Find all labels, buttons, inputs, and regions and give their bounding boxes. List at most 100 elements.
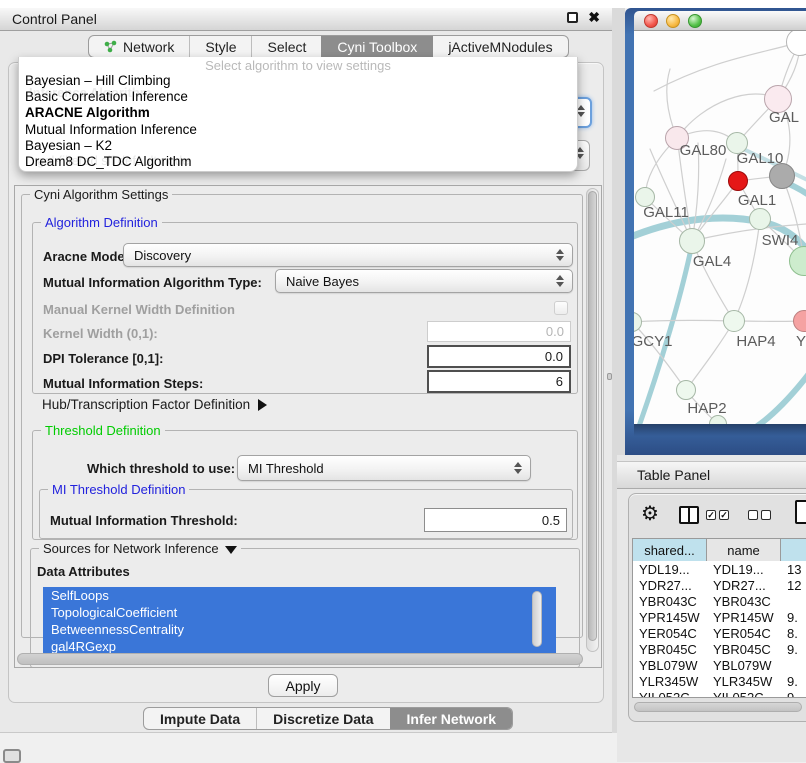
table-row[interactable]: YLR345WYLR345W9. <box>633 673 806 689</box>
export-table-icon[interactable] <box>795 500 806 524</box>
node-hap2[interactable] <box>676 380 696 400</box>
mi-threshold-value: 0.5 <box>542 513 560 528</box>
control-panel-window: Control Panel ✖ Network Style SelectCyni T… <box>0 8 612 733</box>
close-icon[interactable]: ✖ <box>588 12 600 23</box>
table-cell: YDL19... <box>633 561 707 577</box>
tab-cyni-toolbox[interactable]: Cyni Toolbox <box>321 36 432 57</box>
deselect-all-checkboxes-icon[interactable] <box>748 510 771 520</box>
attributes-list-scrollbar[interactable] <box>532 591 542 647</box>
node-swi4[interactable] <box>749 208 771 230</box>
table-row[interactable]: YBR043CYBR043C <box>633 593 806 609</box>
node-label-gal80: GAL80 <box>680 142 727 159</box>
divider-handle[interactable] <box>607 373 612 380</box>
network-window-titlebar[interactable] <box>634 11 806 31</box>
top-strip <box>0 0 806 8</box>
hub-tf-definition-label: Hub/Transcription Factor Definition <box>42 397 250 412</box>
tab-jactivemnodules[interactable]: jActiveMNodules <box>432 36 567 57</box>
zoom-traffic-light-icon[interactable] <box>688 14 702 28</box>
tab-discretize-data[interactable]: Discretize Data <box>256 708 389 729</box>
table-cell: YBR045C <box>707 641 781 657</box>
aracne-mode-combo[interactable]: Discovery <box>123 243 573 267</box>
mi-threshold-label: Mutual Information Threshold: <box>50 513 238 528</box>
node-gal4[interactable] <box>679 228 705 254</box>
sources-group-title: Sources for Network Inference <box>39 541 241 556</box>
algorithm-option-bayesian-k2[interactable]: Bayesian – K2 <box>19 138 577 154</box>
table-row[interactable]: YER054CYER054C8. <box>633 625 806 641</box>
table-cell: YDR27... <box>633 577 707 593</box>
table-row[interactable]: YDR27...YDR27...12 <box>633 577 806 593</box>
tab-label: Network <box>123 39 174 55</box>
screenshot-root: Control Panel ✖ Network Style SelectCyni T… <box>0 0 806 762</box>
table-row[interactable]: YPR145WYPR145W9. <box>633 609 806 625</box>
table-cell: 9. <box>781 641 806 657</box>
control-panel-titlebar: Control Panel ✖ <box>0 8 612 31</box>
tab-style[interactable]: Style <box>189 36 251 57</box>
table-cell: YBL079W <box>707 657 781 673</box>
close-traffic-light-icon[interactable] <box>644 14 658 28</box>
mi-steps-label: Mutual Information Steps: <box>43 376 203 391</box>
minimize-traffic-light-icon[interactable] <box>666 14 680 28</box>
which-threshold-label: Which threshold to use: <box>87 461 235 476</box>
aracne-mode-value: Discovery <box>134 248 191 263</box>
dpi-tolerance-value: 0.0 <box>545 349 563 364</box>
attribute-item-betweennesscentrality[interactable]: BetweennessCentrality <box>43 621 556 638</box>
table-horizontal-scrollbar[interactable] <box>634 702 802 712</box>
node-label-gal1: GAL1 <box>738 192 776 209</box>
column-header-a[interactable]: A <box>781 539 806 561</box>
canvas-bottom-shadow <box>634 424 806 436</box>
attribute-item-topologicalcoefficient[interactable]: TopologicalCoefficient <box>43 604 556 621</box>
attribute-item-selfloops[interactable]: SelfLoops <box>43 587 556 604</box>
cyni-bottom-tabbar: Impute DataDiscretize DataInfer Network <box>143 707 513 730</box>
column-layout-icon[interactable] <box>679 506 699 524</box>
network-view-window: GALGAL80GAL10GAL1GAL11SWI4GAL4GCY1HAP4YH… <box>625 8 806 455</box>
tab-infer-network[interactable]: Infer Network <box>390 708 512 729</box>
tab-impute-data[interactable]: Impute Data <box>144 708 256 729</box>
tab-network[interactable]: Network <box>89 36 189 57</box>
mi-threshold-field[interactable]: 0.5 <box>424 508 567 532</box>
mi-steps-field[interactable]: 6 <box>427 370 571 393</box>
algorithm-option-aracne-algorithm[interactable]: ARACNE Algorithm <box>19 105 577 121</box>
sources-group: Sources for Network Inference Data Attri… <box>30 548 580 668</box>
float-window-icon[interactable] <box>567 12 578 23</box>
which-threshold-combo[interactable]: MI Threshold <box>237 455 531 481</box>
select-all-checkboxes-icon[interactable]: ✓✓ <box>706 510 729 520</box>
table-row[interactable]: YDL19...YDL19...13 <box>633 561 806 577</box>
table-cell: 9. <box>781 609 806 625</box>
node-attribute-table[interactable]: shared...nameA YDL19...YDL19...13YDR27..… <box>632 538 806 698</box>
settings-vertical-scrollbar[interactable] <box>586 188 599 652</box>
node-hap4[interactable] <box>723 310 745 332</box>
table-cell: 13 <box>781 561 806 577</box>
network-canvas[interactable]: GALGAL80GAL10GAL1GAL11SWI4GAL4GCY1HAP4YH… <box>634 31 806 424</box>
kernel-width-value: 0.0 <box>546 324 564 339</box>
tab-label: Style <box>205 39 236 55</box>
node-gal1[interactable] <box>728 171 748 191</box>
mi-algorithm-type-combo[interactable]: Naive Bayes <box>275 269 573 293</box>
column-header-name[interactable]: name <box>707 539 781 561</box>
docked-panel-icon[interactable] <box>3 749 21 763</box>
combo-down-arrow-icon <box>577 112 585 117</box>
mi-threshold-definition-title: MI Threshold Definition <box>48 482 189 497</box>
data-attributes-list[interactable]: SelfLoopsTopologicalCoefficientBetweenne… <box>43 587 556 663</box>
mi-threshold-definition-group: MI Threshold Definition Mutual Informati… <box>39 489 573 539</box>
table-body: YDL19...YDL19...13YDR27...YDR27...12YBR0… <box>633 561 806 698</box>
table-row[interactable]: YBL079WYBL079W <box>633 657 806 673</box>
table-cell: YPR145W <box>707 609 781 625</box>
table-settings-gear-icon[interactable]: ⚙ <box>641 501 659 526</box>
table-row[interactable]: YBR045CYBR045C9. <box>633 641 806 657</box>
kernel-width-field[interactable]: 0.0 <box>427 321 571 342</box>
apply-button[interactable]: Apply <box>268 674 338 697</box>
node-label-gal4: GAL4 <box>693 253 731 270</box>
algorithm-option-mutual-information-inference[interactable]: Mutual Information Inference <box>19 122 577 138</box>
node-label-gcy1: GCY1 <box>634 333 672 350</box>
dpi-tolerance-field[interactable]: 0.0 <box>427 345 571 368</box>
table-cell: YBL079W <box>633 657 707 673</box>
hub-tf-definition-toggle[interactable]: Hub/Transcription Factor Definition <box>42 397 267 412</box>
tab-select[interactable]: Select <box>251 36 321 57</box>
collapsed-arrow-icon <box>258 399 267 411</box>
column-header-shared-[interactable]: shared... <box>633 539 707 561</box>
table-row[interactable]: YIL052CYIL052C9. <box>633 689 806 698</box>
settings-horizontal-scrollbar[interactable] <box>17 653 583 665</box>
cyni-algorithm-settings-group: Cyni Algorithm Settings Algorithm Defini… <box>21 194 583 638</box>
network-node[interactable] <box>769 163 795 189</box>
manual-kernel-width-checkbox[interactable] <box>554 301 568 315</box>
